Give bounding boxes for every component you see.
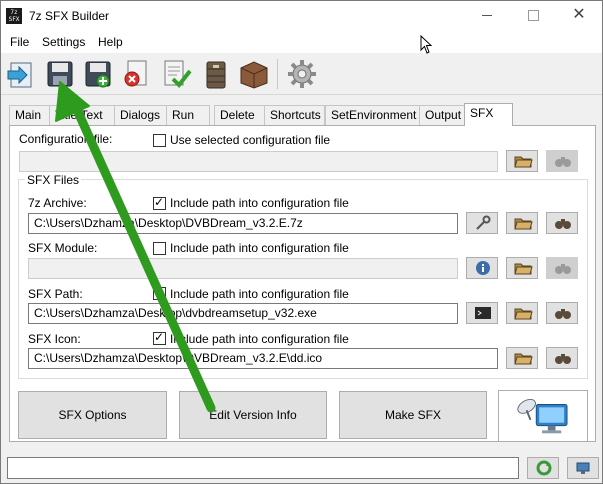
folder-open-icon — [514, 156, 533, 168]
sfx-path-label: SFX Path: — [28, 287, 83, 301]
delete-icon — [124, 60, 147, 87]
sfx-files-group-title: SFX Files — [25, 173, 82, 187]
archive-path-field[interactable]: C:\Users\Dzhamza\Desktop\DVBDream_v3.2.E… — [28, 213, 458, 234]
folder-open-icon — [514, 263, 533, 275]
tab-sfx[interactable]: SFX — [464, 103, 513, 126]
archive-icon — [206, 61, 226, 89]
close-button[interactable]: ✕ — [556, 1, 602, 30]
mouse-cursor-icon — [420, 35, 433, 54]
folder-open-icon — [514, 353, 533, 365]
save-as-icon — [85, 61, 111, 88]
folder-open-icon — [514, 308, 533, 320]
tab-shortcuts[interactable]: Shortcuts — [264, 105, 325, 125]
binoculars-icon — [555, 309, 571, 319]
module-info-button[interactable] — [466, 257, 498, 279]
menu-help[interactable]: Help — [98, 35, 123, 49]
check-document-icon — [164, 60, 192, 89]
console-icon — [475, 307, 491, 319]
tab-title-text[interactable]: Title/Text — [49, 105, 115, 125]
network-button[interactable] — [567, 457, 599, 479]
make-sfx-button[interactable]: Make SFX — [339, 391, 487, 439]
menu-settings[interactable]: Settings — [42, 35, 85, 49]
tab-setenvironment[interactable]: SetEnvironment — [325, 105, 420, 125]
save-icon — [47, 61, 73, 87]
archive-include-label: Include path into configuration file — [170, 196, 349, 210]
path-open-button[interactable] — [506, 302, 538, 324]
refresh-icon — [536, 460, 552, 476]
binoculars-icon — [555, 157, 571, 167]
status-field[interactable] — [7, 457, 519, 479]
network-icon — [576, 462, 590, 474]
open-icon — [7, 62, 32, 88]
app-icon-text: 7z SFX — [8, 9, 20, 23]
close-icon: ✕ — [572, 6, 586, 23]
tab-run[interactable]: Run — [166, 105, 210, 125]
archive-label: 7z Archive: — [28, 196, 87, 210]
module-path-field[interactable] — [28, 258, 458, 279]
title-bar: 7z SFX 7z SFX Builder ✕ — [1, 1, 602, 31]
archive-button[interactable] — [199, 57, 233, 91]
binoculars-icon — [555, 354, 571, 364]
path-console-button[interactable] — [466, 302, 498, 324]
app-icon: 7z SFX — [6, 8, 22, 24]
module-open-button[interactable] — [506, 257, 538, 279]
icon-include-label: Include path into configuration file — [170, 332, 349, 346]
delete-button[interactable] — [119, 57, 153, 91]
tab-main[interactable]: Main — [9, 105, 50, 125]
config-view-button[interactable] — [546, 150, 578, 172]
tab-delete[interactable]: Delete — [214, 105, 267, 125]
path-include-label: Include path into configuration file — [170, 287, 349, 301]
archive-include-checkbox[interactable] — [153, 195, 166, 210]
save-button[interactable] — [43, 57, 77, 91]
tab-output[interactable]: Output — [419, 105, 465, 125]
sfx-icon-field[interactable]: C:\Users\Dzhamza\Desktop\DVBDream_v3.2.E… — [28, 348, 498, 369]
box-button[interactable] — [237, 57, 271, 91]
toolbar-separator — [277, 59, 278, 89]
path-include-checkbox[interactable] — [153, 285, 166, 300]
folder-open-icon — [514, 218, 533, 230]
config-open-button[interactable] — [506, 150, 538, 172]
minimize-button[interactable] — [464, 1, 510, 30]
menu-bar: File Settings Help — [1, 31, 602, 53]
edit-version-info-button[interactable]: Edit Version Info — [179, 391, 327, 439]
binoculars-icon — [555, 264, 571, 274]
wrench-icon — [476, 215, 491, 230]
tab-dialogs[interactable]: Dialogs — [114, 105, 167, 125]
module-include-checkbox[interactable] — [153, 242, 166, 255]
satellite-computer-icon — [517, 398, 568, 434]
archive-view-button[interactable] — [546, 212, 578, 234]
maximize-button[interactable] — [510, 1, 556, 30]
save-as-button[interactable] — [81, 57, 115, 91]
archive-link-button[interactable] — [466, 212, 498, 234]
toolbar — [1, 53, 602, 95]
config-file-label: Configuration file: — [19, 132, 113, 146]
info-icon — [476, 261, 490, 275]
path-view-button[interactable] — [546, 302, 578, 324]
app-window: 7z SFX 7z SFX Builder ✕ File Settings He… — [0, 0, 603, 484]
refresh-button[interactable] — [527, 457, 559, 479]
config-path-field[interactable] — [19, 151, 498, 172]
sfx-path-field[interactable]: C:\Users\Dzhamza\Desktop\dvbdreamsetup_v… — [28, 303, 458, 324]
box-icon — [240, 61, 268, 89]
settings-button[interactable] — [285, 57, 319, 91]
archive-open-button[interactable] — [506, 212, 538, 234]
module-label: SFX Module: — [28, 241, 98, 255]
icon-open-button[interactable] — [506, 347, 538, 369]
module-view-button[interactable] — [546, 257, 578, 279]
use-config-checkbox[interactable] — [153, 134, 166, 147]
use-config-label: Use selected configuration file — [170, 133, 331, 147]
gear-icon — [288, 60, 316, 88]
module-include-label: Include path into configuration file — [170, 241, 349, 255]
satellite-computer-image — [498, 390, 588, 442]
check-button[interactable] — [159, 57, 193, 91]
sfx-options-button[interactable]: SFX Options — [18, 391, 167, 439]
icon-include-checkbox[interactable] — [153, 330, 166, 345]
menu-file[interactable]: File — [10, 35, 29, 49]
sfx-icon-label: SFX Icon: — [28, 332, 81, 346]
open-button[interactable] — [5, 57, 39, 91]
binoculars-icon — [555, 219, 571, 229]
icon-view-button[interactable] — [546, 347, 578, 369]
window-title: 7z SFX Builder — [29, 9, 110, 23]
